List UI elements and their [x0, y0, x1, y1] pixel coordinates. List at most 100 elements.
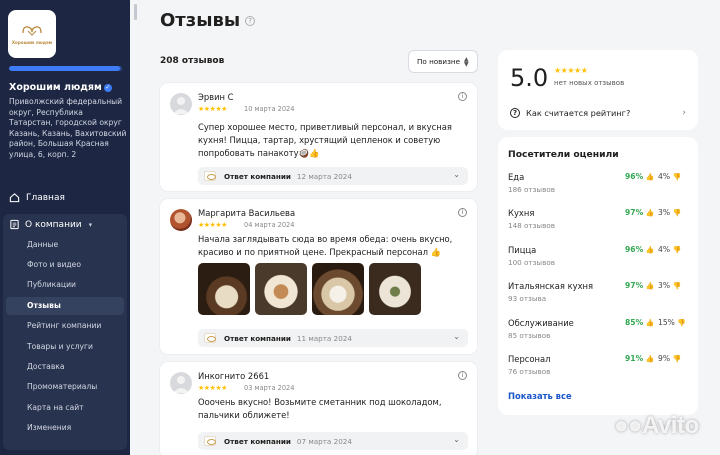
sort-select[interactable]: По новизне ▲ ▼: [408, 50, 478, 73]
category-positive: 96% 👍: [625, 245, 655, 254]
category-item[interactable]: Пицца 100 отзывов 96% 👍 4% 👎: [508, 245, 688, 267]
org-name-text: Хорошим людям: [9, 82, 102, 93]
category-item[interactable]: Еда 186 отзывов 96% 👍 4% 👎: [508, 172, 688, 194]
review-photo[interactable]: [255, 263, 307, 315]
chevron-down-icon: ⌄: [453, 332, 460, 341]
positive-percent: 96%: [625, 245, 644, 254]
org-address: Приволжский федеральный округ, Республик…: [9, 97, 127, 159]
document-icon: [10, 219, 19, 230]
categories-title: Посетители оценили: [508, 149, 619, 160]
review-author[interactable]: Эрвин С: [198, 92, 234, 102]
reply-date: 12 марта 2024: [296, 171, 352, 181]
info-icon[interactable]: i: [458, 92, 467, 101]
user-icon: [173, 376, 189, 393]
review-text: Ооочень вкусно! Возьмите сметанник под ш…: [198, 397, 442, 420]
nav-changes[interactable]: Изменения: [27, 423, 71, 432]
thumbs-down-icon: 👎: [672, 282, 682, 290]
nav-company[interactable]: О компании ▾: [9, 219, 92, 230]
company-reply[interactable]: Ответ компании 07 марта 2024 ⌄: [198, 432, 468, 450]
category-count: 85 отзывов: [508, 331, 551, 340]
thumbs-down-icon: 👎: [672, 209, 682, 217]
how-rating-calculated-link[interactable]: ? Как считается рейтинг?: [510, 108, 630, 118]
watermark-text: Avito: [642, 412, 699, 439]
company-logo-icon: [204, 171, 216, 181]
nav-data[interactable]: Данные: [27, 240, 58, 249]
review-card: Маргарита Васильева ★★★★★ 04 марта 2024 …: [160, 199, 477, 354]
nav-reviews[interactable]: Отзывы: [27, 301, 61, 310]
reply-date: 11 марта 2024: [296, 333, 352, 343]
category-negative: 15% 👎: [658, 318, 686, 327]
company-logo[interactable]: Хорошим людям: [8, 10, 56, 58]
nav-delivery[interactable]: Доставка: [27, 362, 65, 371]
review-author[interactable]: Маргарита Васильева: [198, 208, 295, 218]
nav-promo[interactable]: Промоматериалы: [27, 382, 97, 391]
help-icon[interactable]: ?: [245, 15, 256, 26]
review-date: 04 марта 2024: [244, 221, 295, 229]
chevron-down-icon: ⌄: [453, 170, 460, 179]
reply-label: Ответ компании: [224, 171, 291, 181]
review-photo[interactable]: [198, 263, 250, 315]
negative-percent: 4%: [658, 172, 671, 181]
review-photo[interactable]: [369, 263, 421, 315]
category-count: 93 отзыва: [508, 294, 547, 303]
category-positive: 85% 👍: [625, 318, 655, 327]
page-title-text: Отзывы: [160, 10, 241, 31]
company-reply[interactable]: Ответ компании 12 марта 2024 ⌄: [198, 167, 468, 185]
info-icon[interactable]: i: [458, 208, 467, 217]
review-photo[interactable]: [312, 263, 364, 315]
negative-percent: 3%: [658, 281, 671, 290]
scrollbar-thumb[interactable]: [134, 4, 137, 20]
show-all-link[interactable]: Показать все: [508, 391, 572, 401]
nav-home-label: Главная: [26, 192, 65, 203]
category-item[interactable]: Обслуживание 85 отзывов 85% 👍 15% 👎: [508, 318, 688, 340]
org-name[interactable]: Хорошим людям ✓: [9, 82, 112, 93]
review-author[interactable]: Инкогнито 2661: [198, 371, 269, 381]
category-negative: 3% 👎: [658, 281, 681, 290]
thumbs-up-icon: 👍: [645, 246, 655, 254]
negative-percent: 9%: [658, 354, 671, 363]
category-item[interactable]: Кухня 148 отзывов 97% 👍 3% 👎: [508, 208, 688, 230]
home-icon: [9, 193, 20, 203]
thumbs-down-icon: 👎: [672, 173, 682, 181]
rating-subtitle: нет новых отзывов: [554, 79, 625, 87]
logo-text: Хорошим людям: [11, 40, 53, 45]
verified-icon: ✓: [103, 84, 112, 92]
nav-company-rating[interactable]: Рейтинг компании: [27, 321, 101, 330]
page-title: Отзывы ?: [160, 10, 256, 31]
chevron-down-icon: ▾: [88, 220, 93, 229]
info-icon[interactable]: i: [458, 371, 467, 380]
nav-company-group: О компании ▾ Данные Фото и видео Публика…: [3, 214, 127, 450]
avito-watermark: ●●Avito: [614, 412, 699, 440]
positive-percent: 91%: [625, 354, 644, 363]
nav-home[interactable]: Главная: [9, 192, 65, 203]
category-item[interactable]: Персонал 76 отзывов 91% 👍 9% 👎: [508, 354, 688, 376]
user-icon: [173, 97, 189, 114]
category-positive: 97% 👍: [625, 208, 655, 217]
review-text: Супер хорошее место, приветливый персона…: [198, 122, 452, 158]
nav-site-map[interactable]: Карта на сайт: [27, 403, 84, 412]
rating-value: 5.0: [510, 64, 549, 92]
reply-label: Ответ компании: [224, 333, 291, 343]
nav-photos-videos[interactable]: Фото и видео: [27, 260, 81, 269]
chevron-right-icon: ›: [682, 108, 686, 118]
profile-progress-bar: [9, 66, 122, 71]
reviews-count: 208 отзывов: [160, 56, 225, 66]
thumbs-up-icon: 👍: [645, 282, 655, 290]
nav-publications[interactable]: Публикации: [27, 280, 76, 289]
category-negative: 9% 👎: [658, 354, 681, 363]
thumbs-up-icon: 👍: [645, 209, 655, 217]
review-stars: ★★★★★: [198, 105, 227, 113]
nav-goods-services[interactable]: Товары и услуги: [27, 342, 93, 351]
positive-percent: 97%: [625, 281, 644, 290]
profile-progress-fill: [9, 66, 120, 71]
category-positive: 97% 👍: [625, 281, 655, 290]
company-reply[interactable]: Ответ компании 11 марта 2024 ⌄: [198, 329, 468, 347]
reply-label: Ответ компании: [224, 436, 291, 446]
category-count: 186 отзывов: [508, 185, 555, 194]
category-item[interactable]: Итальянская кухня 93 отзыва 97% 👍 3% 👎: [508, 281, 688, 303]
company-logo-icon: [204, 436, 216, 446]
thumbs-down-icon: 👎: [672, 246, 682, 254]
rating-summary-card: 5.0 ★★★★★ нет новых отзывов ? Как считае…: [498, 50, 698, 130]
active-item-highlight: [6, 297, 124, 315]
category-count: 76 отзывов: [508, 367, 551, 376]
